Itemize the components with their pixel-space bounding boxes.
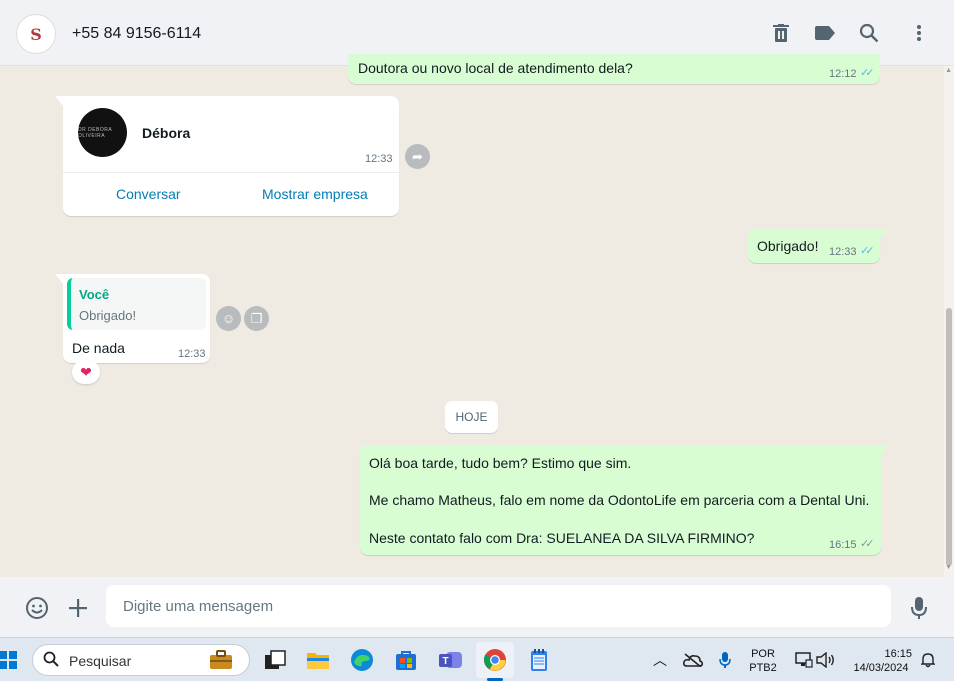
notification-bell-icon[interactable] xyxy=(914,646,942,674)
contact-avatar[interactable]: S xyxy=(16,14,56,54)
windows-start-icon[interactable] xyxy=(0,646,22,674)
os-taskbar: Pesquisar T ︿ POR PTB2 16:15 14/03/2024 xyxy=(0,637,954,681)
message-text: Me chamo Matheus, falo em nome da Odonto… xyxy=(369,492,870,508)
message-text: Neste contato falo com Dra: SUELANEA DA … xyxy=(369,530,755,546)
quote-author: Você xyxy=(79,287,110,302)
message-composer: Digite uma mensagem xyxy=(0,577,954,637)
message-time: 12:33 xyxy=(178,348,206,360)
svg-text:T: T xyxy=(442,656,448,667)
contact-card-message[interactable]: DR DEBORA OLIVEIRA Débora 12:33 Conversa… xyxy=(63,96,399,216)
taskbar-search[interactable]: Pesquisar xyxy=(32,644,250,676)
chrome-icon[interactable] xyxy=(476,642,514,678)
message-outgoing[interactable]: Doutora ou novo local de atendimento del… xyxy=(348,54,880,84)
teams-icon[interactable]: T xyxy=(437,646,465,674)
heart-reaction-icon[interactable]: ❤ xyxy=(72,360,100,384)
volume-icon[interactable] xyxy=(812,646,840,674)
scroll-down-arrow-icon[interactable]: ▼ xyxy=(945,564,952,571)
edge-browser-icon[interactable] xyxy=(348,646,376,674)
search-label: Pesquisar xyxy=(69,653,132,669)
scrollbar-thumb[interactable] xyxy=(946,308,952,566)
notepad-icon[interactable] xyxy=(525,646,553,674)
date-separator: HOJE xyxy=(445,401,498,433)
message-time: 12:12 xyxy=(829,68,857,80)
contact-card-avatar: DR DEBORA OLIVEIRA xyxy=(78,108,127,157)
bubble-tail xyxy=(55,274,63,284)
file-explorer-icon[interactable] xyxy=(304,646,332,674)
onedrive-offline-icon[interactable] xyxy=(679,646,707,674)
bubble-tail xyxy=(880,229,888,239)
message-time: 12:33 xyxy=(829,246,857,258)
message-input[interactable]: Digite uma mensagem xyxy=(106,585,891,627)
task-view-icon[interactable] xyxy=(261,646,289,674)
delivered-ticks-icon: ✓✓ xyxy=(860,538,875,550)
show-business-button[interactable]: Mostrar empresa xyxy=(262,186,368,202)
bubble-tail xyxy=(881,445,889,455)
menu-icon[interactable] xyxy=(908,22,930,44)
search-icon xyxy=(43,651,59,672)
message-time: 12:33 xyxy=(365,153,393,165)
chevron-up-icon[interactable]: ︿ xyxy=(646,646,674,674)
message-incoming-reply[interactable]: Você Obrigado! De nada 12:33 xyxy=(63,274,210,363)
contact-card-name: Débora xyxy=(142,125,191,141)
attach-plus-icon[interactable] xyxy=(65,595,91,621)
briefcase-icon xyxy=(209,650,233,675)
quoted-message[interactable]: Você Obrigado! xyxy=(67,278,206,330)
message-text: Doutora ou novo local de atendimento del… xyxy=(358,60,633,76)
clock[interactable]: 16:15 14/03/2024 xyxy=(846,648,916,674)
message-text: De nada xyxy=(72,340,125,356)
scroll-up-arrow-icon[interactable]: ▲ xyxy=(945,67,952,74)
copy-icon[interactable]: ❐ xyxy=(244,306,269,331)
card-divider xyxy=(63,172,399,173)
read-ticks-icon: ✓✓ xyxy=(860,67,875,79)
conversar-button[interactable]: Conversar xyxy=(116,186,181,202)
microphone-tray-icon[interactable] xyxy=(711,646,739,674)
microsoft-store-icon[interactable] xyxy=(392,646,420,674)
search-icon[interactable] xyxy=(858,22,880,44)
message-text: Obrigado! xyxy=(757,238,819,254)
microphone-icon[interactable] xyxy=(906,595,932,621)
read-ticks-icon: ✓✓ xyxy=(860,245,875,257)
emoji-react-icon[interactable]: ☺ xyxy=(216,306,241,331)
forward-icon[interactable]: ➦ xyxy=(405,144,430,169)
message-time: 16:15 xyxy=(829,539,857,551)
label-icon[interactable] xyxy=(814,22,836,44)
message-outgoing[interactable]: Olá boa tarde, tudo bem? Estimo que sim.… xyxy=(360,445,881,555)
contact-name[interactable]: +55 84 9156-6114 xyxy=(72,25,201,43)
message-outgoing[interactable]: Obrigado! 12:33 ✓✓ xyxy=(748,229,880,263)
quote-text: Obrigado! xyxy=(79,308,137,323)
message-text: Olá boa tarde, tudo bem? Estimo que sim. xyxy=(369,455,632,471)
language-indicator[interactable]: POR PTB2 xyxy=(747,648,779,674)
trash-icon[interactable] xyxy=(770,22,792,44)
bubble-tail xyxy=(55,96,63,106)
emoji-icon[interactable] xyxy=(24,595,50,621)
